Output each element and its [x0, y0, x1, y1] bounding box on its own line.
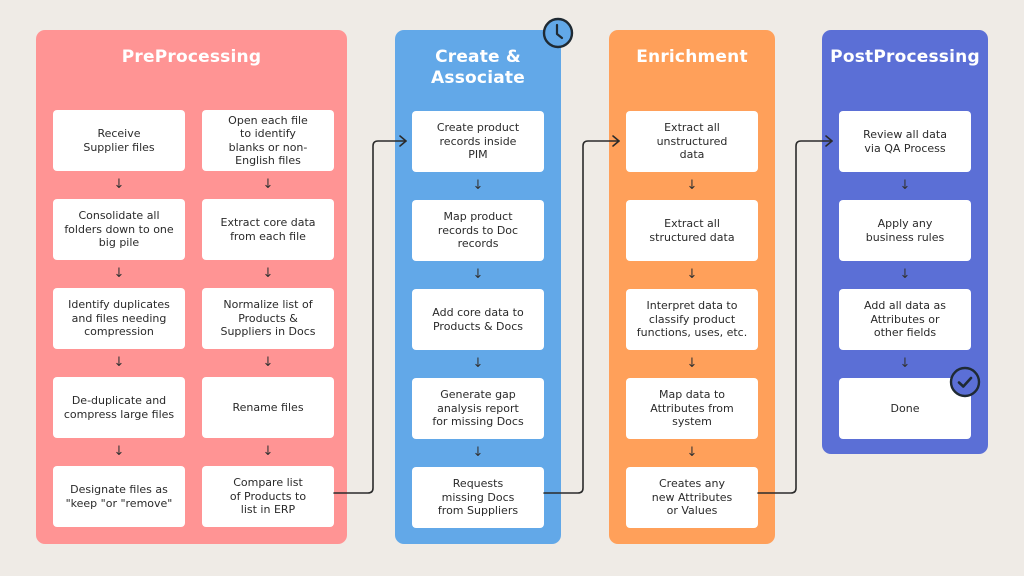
step-card: Compare list of Products to list in ERP [202, 466, 334, 527]
down-arrow-icon: ↓ [113, 444, 125, 459]
down-arrow-icon: ↓ [899, 267, 911, 282]
step-card: Extract core data from each file [202, 199, 334, 260]
step-card: Normalize list of Products & Suppliers i… [202, 288, 334, 349]
down-arrow-icon: ↓ [686, 267, 698, 282]
down-arrow-icon: ↓ [262, 266, 274, 281]
down-arrow-icon: ↓ [472, 445, 484, 460]
down-arrow-icon: ↓ [472, 267, 484, 282]
down-arrow-icon: ↓ [686, 178, 698, 193]
step-card: Add core data to Products & Docs [412, 289, 544, 350]
step-card: Map product records to Doc records [412, 200, 544, 261]
step-card: Designate files as "keep "or "remove" [53, 466, 185, 527]
step-card: Extract all structured data [626, 200, 758, 261]
step-card: Consolidate all folders down to one big … [53, 199, 185, 260]
step-card: De-duplicate and compress large files [53, 377, 185, 438]
down-arrow-icon: ↓ [262, 177, 274, 192]
step-card: Receive Supplier files [53, 110, 185, 171]
checkmark-icon [949, 366, 981, 398]
down-arrow-icon: ↓ [262, 444, 274, 459]
step-card: Open each file to identify blanks or non… [202, 110, 334, 171]
step-card: Add all data as Attributes or other fiel… [839, 289, 971, 350]
panel-title: PreProcessing [121, 47, 262, 67]
down-arrow-icon: ↓ [113, 355, 125, 370]
panel-title: PostProcessing [830, 47, 980, 67]
step-card: Map data to Attributes from system [626, 378, 758, 439]
step-card: Extract all unstructured data [626, 111, 758, 172]
step-card: Requests missing Docs from Suppliers [412, 467, 544, 528]
step-card: Review all data via QA Process [839, 111, 971, 172]
panel-title: Enrichment [636, 47, 748, 67]
step-card: Apply any business rules [839, 200, 971, 261]
down-arrow-icon: ↓ [686, 356, 698, 371]
down-arrow-icon: ↓ [113, 266, 125, 281]
step-card: Create product records inside PIM [412, 111, 544, 172]
down-arrow-icon: ↓ [472, 356, 484, 371]
step-card: Generate gap analysis report for missing… [412, 378, 544, 439]
step-card: Interpret data to classify product funct… [626, 289, 758, 350]
down-arrow-icon: ↓ [899, 178, 911, 193]
panel-title: Create & Associate [431, 47, 525, 88]
down-arrow-icon: ↓ [686, 445, 698, 460]
down-arrow-icon: ↓ [113, 177, 125, 192]
step-card: Rename files [202, 377, 334, 438]
clock-icon [542, 17, 574, 49]
down-arrow-icon: ↓ [472, 178, 484, 193]
down-arrow-icon: ↓ [262, 355, 274, 370]
step-card: Identify duplicates and files needing co… [53, 288, 185, 349]
step-card: Creates any new Attributes or Values [626, 467, 758, 528]
